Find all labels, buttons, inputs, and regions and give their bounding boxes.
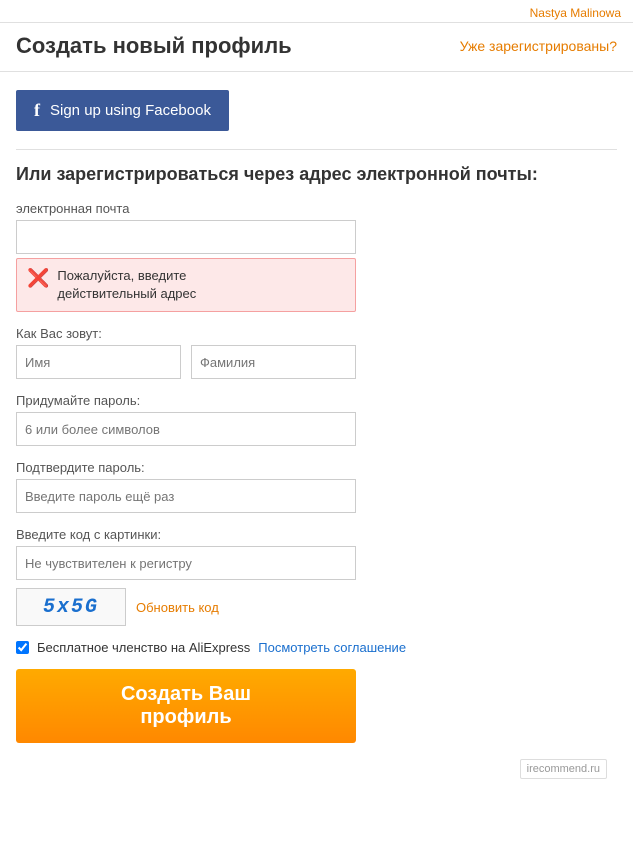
confirm-password-field-group: Подтвердите пароль:	[16, 460, 617, 513]
agreement-link[interactable]: Посмотреть соглашение	[258, 640, 406, 655]
recommend-badge: irecommend.ru	[520, 759, 607, 779]
error-icon: ❌	[27, 268, 49, 289]
email-error-box: ❌ Пожалуйста, введитедействительный адре…	[16, 258, 356, 312]
password-field-group: Придумайте пароль:	[16, 393, 617, 446]
username-label: Nastya Malinowa	[530, 6, 621, 20]
captcha-field-group: Введите код с картинки: 5x5G Обновить ко…	[16, 527, 617, 626]
agreement-row: Бесплатное членство на AliExpress Посмот…	[16, 640, 617, 655]
first-name-input[interactable]	[16, 345, 181, 379]
facebook-icon: f	[34, 100, 40, 121]
already-registered-link[interactable]: Уже зарегистрированы?	[460, 38, 617, 54]
captcha-label: Введите код с картинки:	[16, 527, 617, 542]
captcha-image-row: 5x5G Обновить код	[16, 588, 356, 626]
agreement-text: Бесплатное членство на AliExpress	[37, 640, 250, 655]
captcha-image: 5x5G	[16, 588, 126, 626]
last-name-input[interactable]	[191, 345, 356, 379]
name-field-group: Как Вас зовут:	[16, 326, 617, 379]
or-email-heading: Или зарегистрироваться через адрес элект…	[16, 149, 617, 185]
page-title: Создать новый профиль	[16, 33, 292, 59]
confirm-password-label: Подтвердите пароль:	[16, 460, 617, 475]
recommend-badge-area: irecommend.ru	[16, 759, 617, 779]
captcha-input[interactable]	[16, 546, 356, 580]
name-inputs-row	[16, 345, 356, 379]
email-input[interactable]	[16, 220, 356, 254]
name-label: Как Вас зовут:	[16, 326, 617, 341]
refresh-captcha-link[interactable]: Обновить код	[136, 600, 219, 615]
confirm-password-input[interactable]	[16, 479, 356, 513]
agreement-checkbox[interactable]	[16, 641, 29, 654]
email-label: электронная почта	[16, 201, 617, 216]
email-field-group: электронная почта ❌ Пожалуйста, введитед…	[16, 201, 617, 312]
email-error-text: Пожалуйста, введитедействительный адрес	[57, 267, 196, 303]
password-input[interactable]	[16, 412, 356, 446]
password-label: Придумайте пароль:	[16, 393, 617, 408]
facebook-signup-button[interactable]: f Sign up using Facebook	[16, 90, 229, 131]
submit-button[interactable]: Создать Ваш профиль	[16, 669, 356, 743]
facebook-button-label: Sign up using Facebook	[50, 102, 211, 119]
